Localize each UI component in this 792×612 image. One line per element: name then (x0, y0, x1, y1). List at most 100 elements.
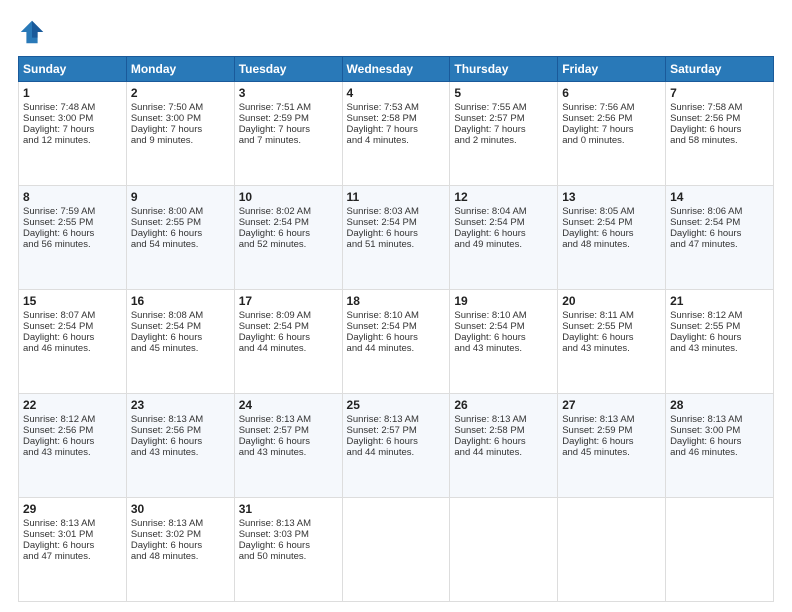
day-info-line: Sunset: 2:54 PM (239, 321, 338, 332)
day-info-line: and 47 minutes. (23, 551, 122, 562)
day-info-line: and 12 minutes. (23, 135, 122, 146)
day-info-line: and 0 minutes. (562, 135, 661, 146)
calendar-cell (450, 498, 558, 602)
day-info-line: Sunrise: 7:51 AM (239, 102, 338, 113)
calendar-week-row: 8Sunrise: 7:59 AMSunset: 2:55 PMDaylight… (19, 186, 774, 290)
day-info-line: Sunrise: 8:10 AM (347, 310, 446, 321)
day-number: 9 (131, 190, 230, 204)
day-info-line: Sunrise: 8:10 AM (454, 310, 553, 321)
day-info-line: Daylight: 6 hours (347, 332, 446, 343)
calendar-cell: 16Sunrise: 8:08 AMSunset: 2:54 PMDayligh… (126, 290, 234, 394)
day-info-line: Sunrise: 7:58 AM (670, 102, 769, 113)
day-info-line: Daylight: 6 hours (239, 332, 338, 343)
calendar-header: SundayMondayTuesdayWednesdayThursdayFrid… (19, 57, 774, 82)
calendar-cell: 25Sunrise: 8:13 AMSunset: 2:57 PMDayligh… (342, 394, 450, 498)
day-info-line: Daylight: 6 hours (131, 436, 230, 447)
day-info-line: Daylight: 6 hours (347, 228, 446, 239)
day-info-line: and 49 minutes. (454, 239, 553, 250)
day-number: 13 (562, 190, 661, 204)
day-info-line: Sunset: 2:56 PM (562, 113, 661, 124)
logo-icon (18, 18, 46, 46)
day-info-line: Daylight: 6 hours (562, 332, 661, 343)
day-number: 7 (670, 86, 769, 100)
weekday-header: Wednesday (342, 57, 450, 82)
day-info-line: Sunrise: 8:12 AM (23, 414, 122, 425)
day-info-line: Daylight: 7 hours (23, 124, 122, 135)
weekday-header: Monday (126, 57, 234, 82)
day-info-line: Daylight: 6 hours (239, 228, 338, 239)
calendar-cell: 6Sunrise: 7:56 AMSunset: 2:56 PMDaylight… (558, 82, 666, 186)
weekday-header: Sunday (19, 57, 127, 82)
day-info-line: and 43 minutes. (670, 343, 769, 354)
day-info-line: Sunset: 3:02 PM (131, 529, 230, 540)
day-info-line: and 46 minutes. (670, 447, 769, 458)
day-info-line: Sunrise: 8:02 AM (239, 206, 338, 217)
day-info-line: Sunset: 3:00 PM (670, 425, 769, 436)
day-number: 14 (670, 190, 769, 204)
day-info-line: Sunrise: 8:13 AM (239, 518, 338, 529)
day-info-line: and 48 minutes. (131, 551, 230, 562)
day-info-line: Daylight: 7 hours (454, 124, 553, 135)
day-info-line: and 48 minutes. (562, 239, 661, 250)
day-number: 27 (562, 398, 661, 412)
calendar-table: SundayMondayTuesdayWednesdayThursdayFrid… (18, 56, 774, 602)
day-info-line: Sunrise: 8:13 AM (131, 518, 230, 529)
day-number: 18 (347, 294, 446, 308)
calendar-week-row: 15Sunrise: 8:07 AMSunset: 2:54 PMDayligh… (19, 290, 774, 394)
day-info-line: Sunrise: 7:59 AM (23, 206, 122, 217)
day-number: 25 (347, 398, 446, 412)
day-info-line: Sunset: 2:55 PM (670, 321, 769, 332)
day-number: 29 (23, 502, 122, 516)
day-info-line: Sunset: 2:58 PM (454, 425, 553, 436)
weekday-header: Tuesday (234, 57, 342, 82)
day-info-line: Sunset: 2:54 PM (347, 321, 446, 332)
day-info-line: Sunrise: 8:09 AM (239, 310, 338, 321)
day-info-line: Sunrise: 8:13 AM (131, 414, 230, 425)
day-info-line: Daylight: 6 hours (670, 436, 769, 447)
day-info-line: Daylight: 6 hours (562, 228, 661, 239)
day-info-line: and 52 minutes. (239, 239, 338, 250)
day-info-line: Sunrise: 7:50 AM (131, 102, 230, 113)
day-info-line: Sunrise: 8:12 AM (670, 310, 769, 321)
day-info-line: Sunrise: 8:07 AM (23, 310, 122, 321)
day-info-line: Sunset: 2:55 PM (562, 321, 661, 332)
day-info-line: Daylight: 7 hours (131, 124, 230, 135)
day-info-line: Sunrise: 8:13 AM (562, 414, 661, 425)
day-info-line: Daylight: 6 hours (347, 436, 446, 447)
day-number: 19 (454, 294, 553, 308)
weekday-header: Thursday (450, 57, 558, 82)
day-info-line: and 7 minutes. (239, 135, 338, 146)
day-info-line: and 43 minutes. (454, 343, 553, 354)
day-number: 12 (454, 190, 553, 204)
day-info-line: Sunset: 2:57 PM (239, 425, 338, 436)
day-info-line: Daylight: 6 hours (131, 332, 230, 343)
day-info-line: and 54 minutes. (131, 239, 230, 250)
logo (18, 18, 50, 46)
calendar-cell (558, 498, 666, 602)
day-info-line: Sunset: 3:00 PM (131, 113, 230, 124)
calendar-cell: 30Sunrise: 8:13 AMSunset: 3:02 PMDayligh… (126, 498, 234, 602)
calendar-cell: 24Sunrise: 8:13 AMSunset: 2:57 PMDayligh… (234, 394, 342, 498)
day-info-line: Sunset: 2:54 PM (347, 217, 446, 228)
day-number: 22 (23, 398, 122, 412)
calendar-cell: 2Sunrise: 7:50 AMSunset: 3:00 PMDaylight… (126, 82, 234, 186)
calendar-cell: 1Sunrise: 7:48 AMSunset: 3:00 PMDaylight… (19, 82, 127, 186)
day-info-line: Sunset: 2:54 PM (239, 217, 338, 228)
day-info-line: Sunset: 2:54 PM (562, 217, 661, 228)
day-info-line: and 45 minutes. (562, 447, 661, 458)
calendar-cell: 3Sunrise: 7:51 AMSunset: 2:59 PMDaylight… (234, 82, 342, 186)
day-info-line: Sunrise: 8:13 AM (347, 414, 446, 425)
day-number: 28 (670, 398, 769, 412)
day-number: 5 (454, 86, 553, 100)
calendar-cell: 31Sunrise: 8:13 AMSunset: 3:03 PMDayligh… (234, 498, 342, 602)
day-info-line: Daylight: 6 hours (454, 436, 553, 447)
day-info-line: Daylight: 6 hours (131, 228, 230, 239)
day-info-line: Daylight: 6 hours (23, 228, 122, 239)
day-info-line: Daylight: 6 hours (670, 228, 769, 239)
calendar-cell: 19Sunrise: 8:10 AMSunset: 2:54 PMDayligh… (450, 290, 558, 394)
day-info-line: Sunrise: 8:05 AM (562, 206, 661, 217)
day-number: 21 (670, 294, 769, 308)
page: SundayMondayTuesdayWednesdayThursdayFrid… (0, 0, 792, 612)
day-info-line: Daylight: 7 hours (239, 124, 338, 135)
calendar-cell: 9Sunrise: 8:00 AMSunset: 2:55 PMDaylight… (126, 186, 234, 290)
